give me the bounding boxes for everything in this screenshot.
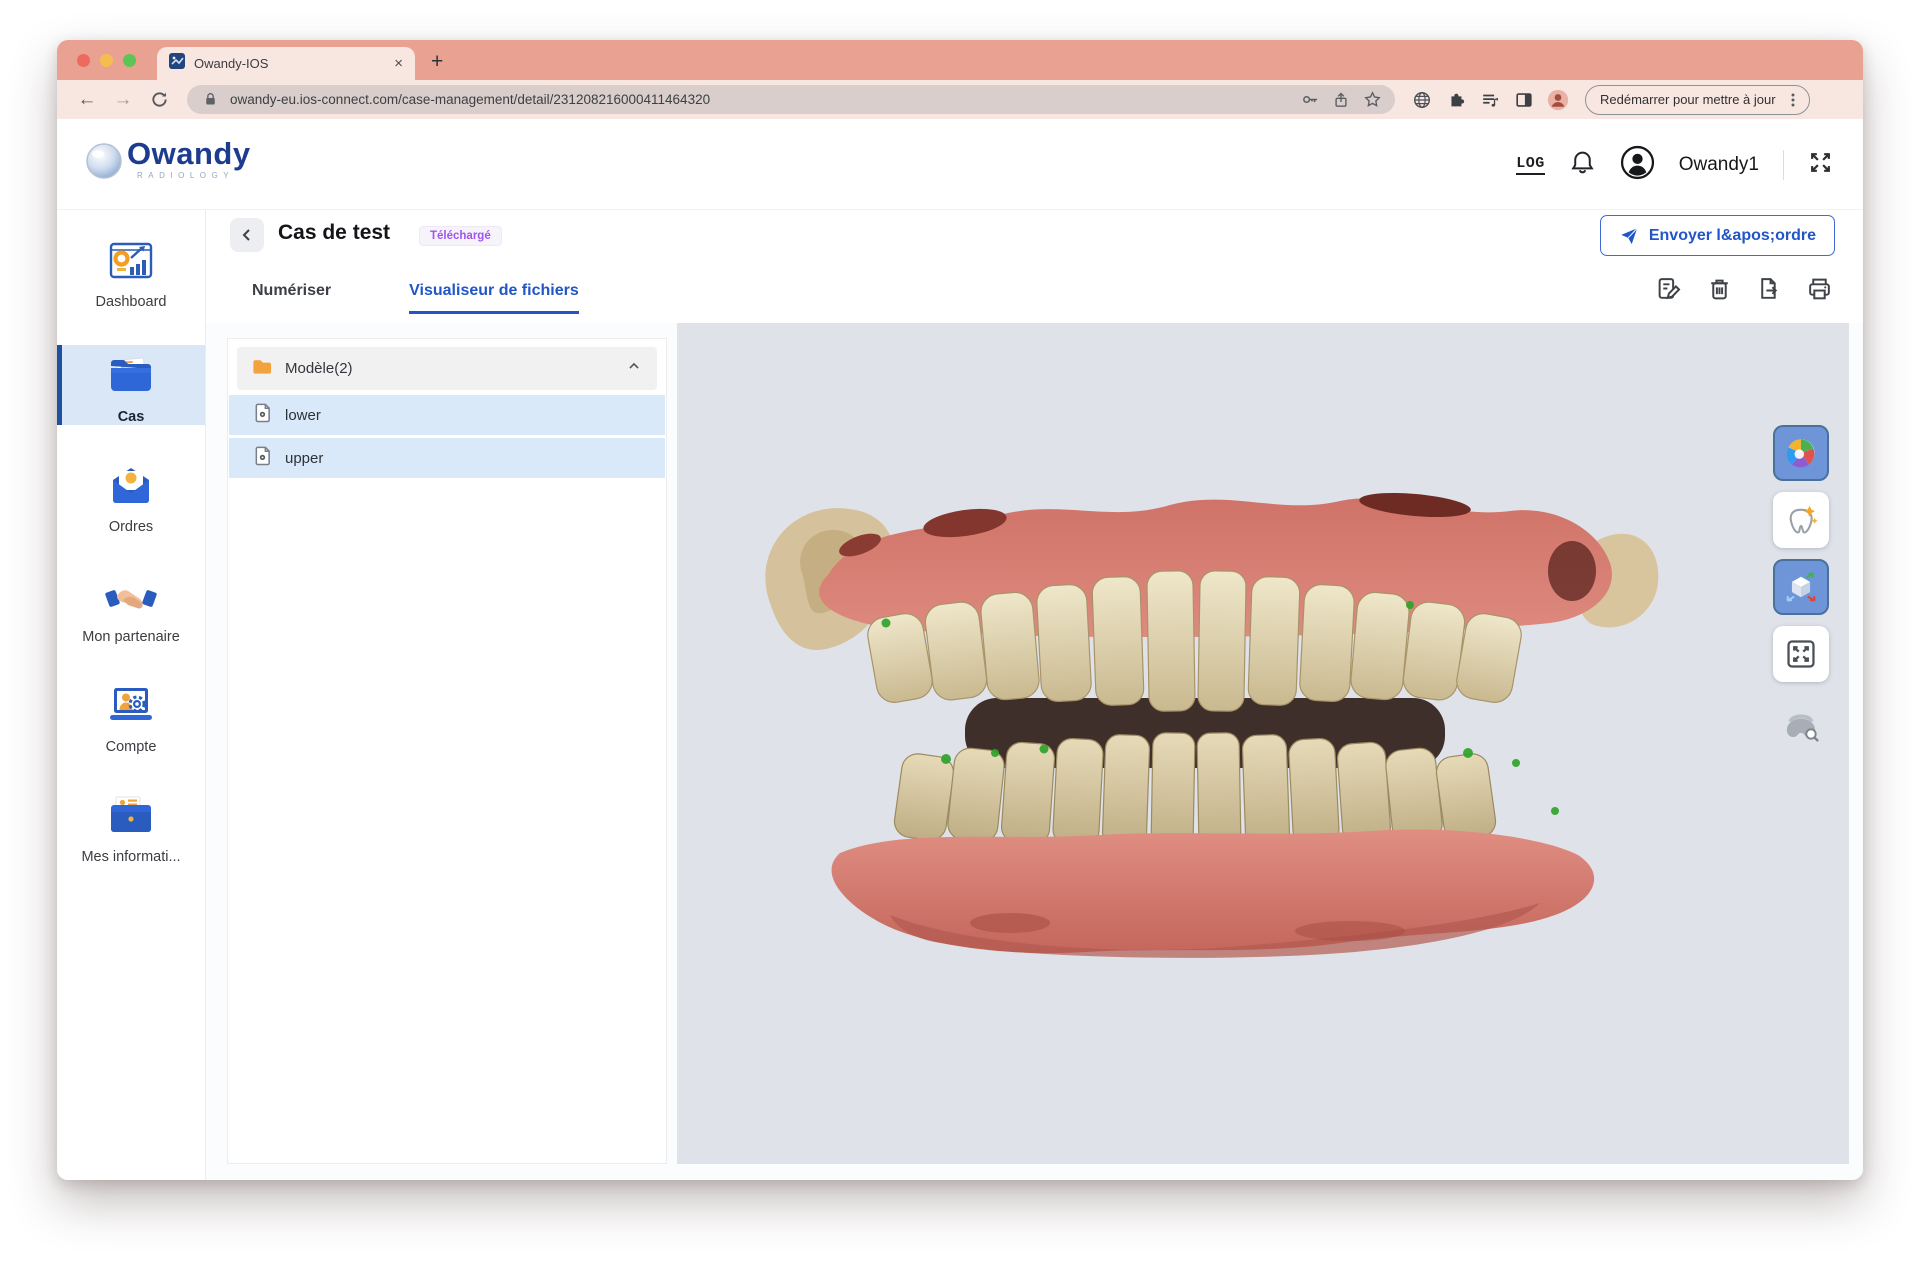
zoom-window-button[interactable] <box>123 54 136 67</box>
color-wheel-icon <box>1784 436 1818 470</box>
chevron-up-icon[interactable] <box>625 357 643 380</box>
sidebar-item-mon-partenaire[interactable]: Mon partenaire <box>57 570 205 645</box>
notifications-bell-icon[interactable] <box>1569 149 1596 181</box>
send-order-label: Envoyer l&apos;ordre <box>1649 227 1816 245</box>
folder-icon <box>251 356 272 381</box>
password-key-icon[interactable] <box>1299 89 1321 111</box>
my-info-folder-icon <box>103 790 159 844</box>
delete-order-icon[interactable] <box>1706 276 1733 303</box>
browser-tab-bar: Owandy-IOS × + <box>57 40 1863 80</box>
side-panel-icon[interactable] <box>1513 89 1535 111</box>
case-header: Cas de test Téléchargé Envoyer l&apos;or… <box>206 210 1863 323</box>
model-file-icon <box>253 445 272 471</box>
send-order-button[interactable]: Envoyer l&apos;ordre <box>1600 215 1835 256</box>
expand-arrows-icon <box>1784 637 1818 671</box>
sidebar-item-compte[interactable]: Compte <box>57 680 205 755</box>
dashboard-chart-icon <box>103 235 159 289</box>
dental-scan-model <box>710 453 1690 973</box>
share-icon[interactable] <box>1330 89 1352 111</box>
case-actions <box>1656 276 1833 303</box>
tab-numeriser[interactable]: Numériser <box>252 282 331 314</box>
case-folder-icon <box>103 350 159 404</box>
file-tree-panel: Modèle(2) lower upper <box>227 338 667 1164</box>
header-actions: LOG Owandy1 <box>1516 119 1833 210</box>
back-icon[interactable]: ← <box>71 84 103 116</box>
extension-icons <box>1411 89 1569 111</box>
file-name: lower <box>285 407 321 424</box>
app-header: Owandy RADIOLOGY LOG Owandy1 <box>57 119 1863 210</box>
tab-visualiseur-de-fichiers[interactable]: Visualiseur de fichiers <box>409 282 579 314</box>
sidebar-item-ordres[interactable]: Ordres <box>57 460 205 535</box>
status-badge: Téléchargé <box>419 226 502 246</box>
username[interactable]: Owandy1 <box>1679 154 1759 176</box>
fit-to-screen-button[interactable] <box>1773 626 1829 682</box>
divider <box>1783 150 1784 180</box>
sidebar-nav: Dashboard Cas Ordres Mon partenaire <box>57 210 206 1180</box>
restart-to-update-button[interactable]: Redémarrer pour mettre à jour <box>1585 85 1810 115</box>
forward-icon[interactable]: → <box>107 84 139 116</box>
tooth-beautify-button[interactable] <box>1773 492 1829 548</box>
file-row-upper[interactable]: upper <box>229 438 665 478</box>
lock-icon <box>199 89 221 111</box>
print-icon[interactable] <box>1806 276 1833 303</box>
model-viewer[interactable] <box>677 323 1849 1164</box>
model-file-icon <box>253 402 272 428</box>
folder-group-header[interactable]: Modèle(2) <box>237 347 657 390</box>
back-button[interactable] <box>230 218 264 252</box>
reload-icon[interactable] <box>143 84 175 116</box>
reading-list-icon[interactable] <box>1479 89 1501 111</box>
bite-articulation-button[interactable] <box>1773 696 1829 752</box>
tab-close-icon[interactable]: × <box>394 56 403 71</box>
log-button[interactable]: LOG <box>1516 155 1545 175</box>
sidebar-item-mes-informations[interactable]: Mes informati... <box>57 790 205 865</box>
url-text: owandy-eu.ios-connect.com/case-managemen… <box>230 92 1290 107</box>
kebab-menu-icon <box>1785 92 1801 108</box>
logo-subtitle: RADIOLOGY <box>127 171 251 180</box>
sidebar-item-dashboard[interactable]: Dashboard <box>57 235 205 310</box>
minimize-window-button[interactable] <box>100 54 113 67</box>
favicon <box>169 53 185 74</box>
window-controls <box>77 54 136 67</box>
partner-handshake-icon <box>103 570 159 624</box>
account-laptop-icon <box>103 680 159 734</box>
owandy-logo: Owandy RADIOLOGY <box>83 137 251 183</box>
paper-plane-icon <box>1619 226 1639 246</box>
jaw-articulator-icon <box>1781 706 1821 742</box>
file-row-lower[interactable]: lower <box>229 395 665 435</box>
orientation-cube-button[interactable] <box>1773 559 1829 615</box>
export-file-icon[interactable] <box>1756 276 1783 303</box>
tooth-sparkle-icon <box>1784 503 1818 537</box>
bookmark-star-icon[interactable] <box>1361 89 1383 111</box>
app-root: Owandy RADIOLOGY LOG Owandy1 <box>57 119 1863 1180</box>
file-name: upper <box>285 450 323 467</box>
sidebar-item-cas[interactable]: Cas <box>57 350 205 425</box>
address-bar[interactable]: owandy-eu.ios-connect.com/case-managemen… <box>187 85 1395 114</box>
tab-title: Owandy-IOS <box>194 56 385 71</box>
logo-sphere-icon <box>83 137 125 183</box>
new-tab-button[interactable]: + <box>431 50 443 74</box>
browser-tab[interactable]: Owandy-IOS × <box>157 47 415 80</box>
browser-profile-avatar[interactable] <box>1547 89 1569 111</box>
desktop: Owandy-IOS × + ← → owandy-eu.ios-connect… <box>0 0 1920 1266</box>
main-content: Cas de test Téléchargé Envoyer l&apos;or… <box>206 210 1863 1180</box>
extensions-puzzle-icon[interactable] <box>1445 89 1467 111</box>
browser-window: Owandy-IOS × + ← → owandy-eu.ios-connect… <box>57 40 1863 1180</box>
extension-globe-icon[interactable] <box>1411 89 1433 111</box>
folder-label: Modèle(2) <box>285 360 612 377</box>
orders-envelope-icon <box>103 460 159 514</box>
close-window-button[interactable] <box>77 54 90 67</box>
user-avatar-icon[interactable] <box>1620 145 1655 185</box>
tabs: Numériser Visualiseur de fichiers <box>252 282 579 314</box>
browser-toolbar: ← → owandy-eu.ios-connect.com/case-manag… <box>57 80 1863 119</box>
case-title: Cas de test <box>278 221 390 245</box>
cube-axes-icon <box>1784 570 1818 604</box>
color-mode-button[interactable] <box>1773 425 1829 481</box>
logo-text: Owandy <box>127 137 251 171</box>
edit-order-icon[interactable] <box>1656 276 1683 303</box>
chevron-left-icon <box>238 226 256 244</box>
fullscreen-icon[interactable] <box>1808 150 1833 180</box>
restart-to-update-label: Redémarrer pour mettre à jour <box>1600 92 1776 107</box>
